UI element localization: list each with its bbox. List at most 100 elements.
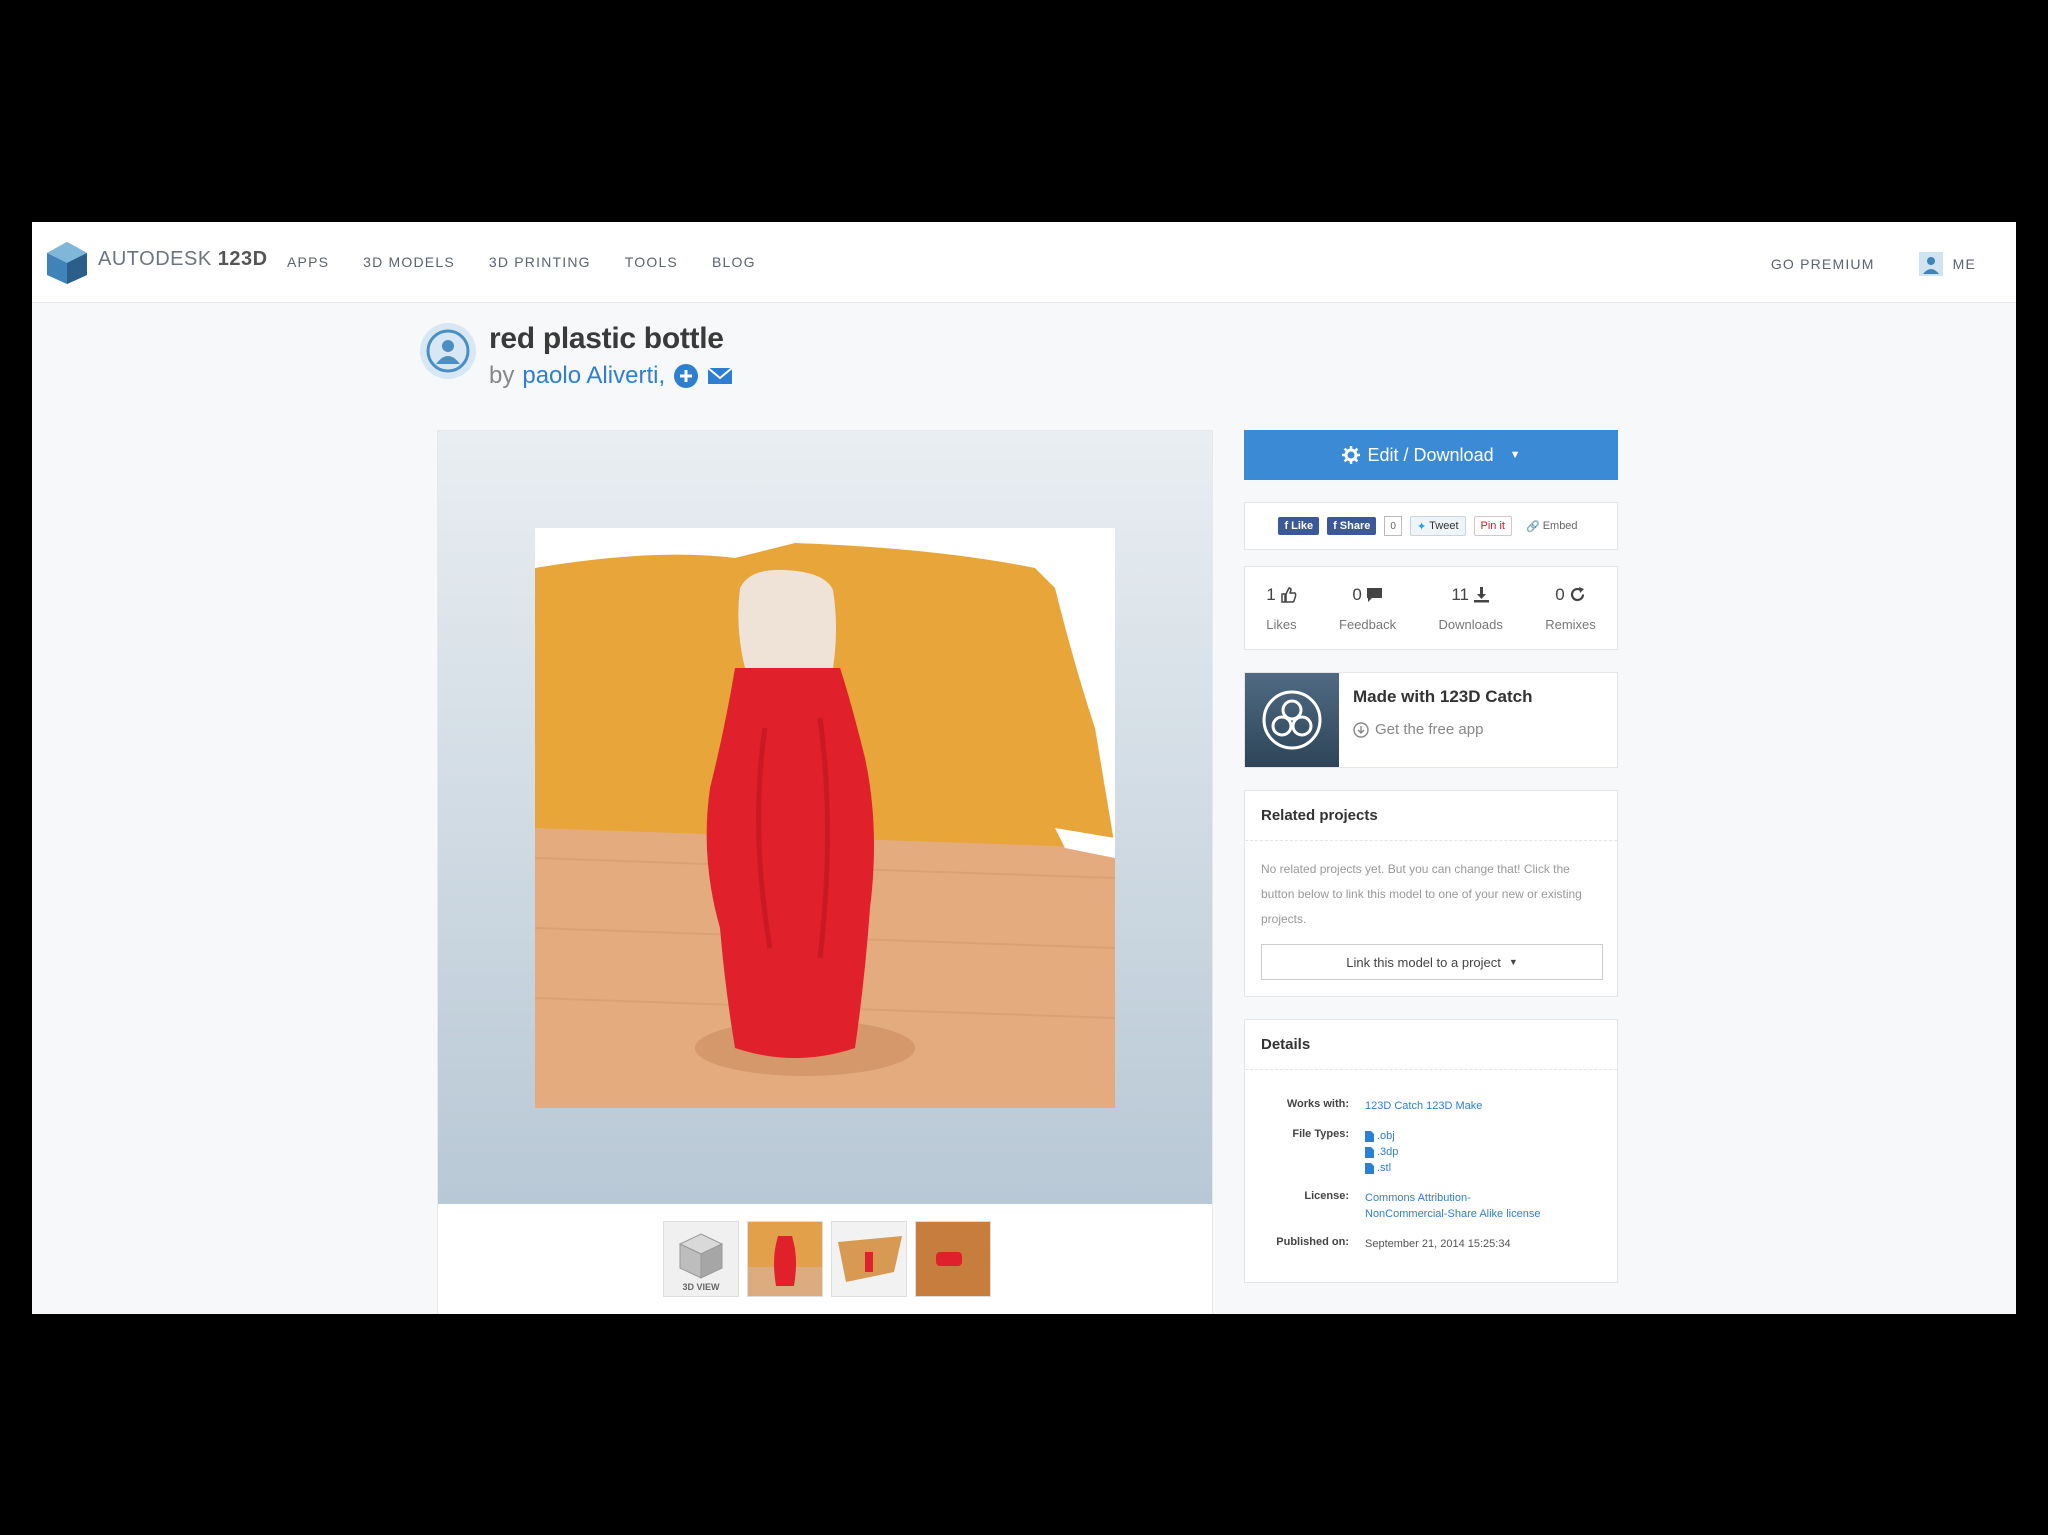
follow-plus-icon[interactable] [673, 363, 699, 389]
facebook-share-button[interactable]: f Share [1327, 517, 1377, 535]
likes-value: 1 [1266, 584, 1276, 604]
file-type-stl[interactable]: .stl [1365, 1160, 1398, 1176]
embed-label: Embed [1542, 520, 1578, 532]
like-label: Like [1291, 520, 1314, 532]
nav-right: GO PREMIUM ME [1771, 252, 1976, 276]
works-with-key: Works with: [1286, 1098, 1349, 1110]
pinterest-button[interactable]: Pin it [1473, 516, 1512, 536]
edit-download-label: Edit / Download [1367, 444, 1494, 465]
file-types-key: File Types: [1292, 1128, 1349, 1140]
details-heading: Details [1245, 1020, 1617, 1070]
chevron-down-icon: ▼ [1508, 957, 1518, 967]
published-key: Published on: [1276, 1236, 1349, 1248]
thumb-3d-view[interactable]: 3D VIEW [663, 1221, 739, 1297]
brand-text: AUTODESK [98, 248, 212, 270]
brand-name[interactable]: AUTODESK 123D [98, 248, 268, 271]
facebook-icon: f [1333, 520, 1337, 532]
model-viewer: 3D VIEW [437, 430, 1213, 1314]
details-panel: Details Works with: 123D Catch 123D Make… [1244, 1019, 1618, 1283]
facebook-like-button[interactable]: f Like [1278, 517, 1320, 535]
sidebar: Edit / Download ▼ f Like f Share 0 ✦ Twe… [1244, 430, 1618, 1283]
file-type-3dp[interactable]: .3dp [1365, 1144, 1398, 1160]
feedback-label: Feedback [1339, 616, 1397, 632]
facebook-icon: f [1284, 520, 1289, 532]
main-menu: APPS 3D MODELS 3D PRINTING TOOLS BLOG [287, 254, 756, 270]
stat-likes[interactable]: 1 Likes [1266, 585, 1296, 632]
link-to-project-button[interactable]: Link this model to a project ▼ [1261, 944, 1603, 980]
catch-app-icon [1262, 690, 1322, 750]
file-icon [1365, 1162, 1374, 1174]
thumb-image-3 [916, 1222, 990, 1296]
go-premium-link[interactable]: GO PREMIUM [1771, 256, 1875, 272]
me-menu[interactable]: ME [1918, 252, 1976, 276]
license-line-2: NonCommercial-Share Alike license [1365, 1208, 1541, 1220]
byline: by paolo Aliverti, [489, 362, 733, 390]
file-type-obj-label: .obj [1377, 1130, 1395, 1142]
made-with-catch-panel: Made with 123D Catch Get the free app [1244, 672, 1618, 768]
stat-downloads[interactable]: 11 Downloads [1439, 585, 1503, 632]
model-header: red plastic bottle by paolo Aliverti, [419, 320, 1119, 400]
thumb-3d-label: 3D VIEW [682, 1282, 720, 1292]
nav-blog[interactable]: BLOG [712, 254, 756, 270]
file-icon [1365, 1146, 1374, 1158]
get-free-app-link[interactable]: Get the free app [1353, 721, 1533, 738]
thumbnail-strip: 3D VIEW [663, 1221, 991, 1297]
thumb-image-1 [748, 1222, 822, 1296]
model-photo[interactable] [535, 528, 1115, 1108]
autodesk-logo-icon[interactable] [44, 240, 90, 286]
bottle-photo-image [535, 543, 1115, 1108]
embed-button[interactable]: 🔗 Embed [1519, 517, 1584, 535]
thumbs-up-icon [1280, 587, 1297, 603]
stats-panel: 1 Likes 0 Feedback 11 Downloads 0 Remixe… [1244, 566, 1618, 650]
thumb-photo-3[interactable] [915, 1221, 991, 1297]
twitter-icon: ✦ [1416, 520, 1427, 533]
nav-tools[interactable]: TOOLS [625, 254, 678, 270]
stat-remixes[interactable]: 0 Remixes [1545, 585, 1596, 632]
edit-download-button[interactable]: Edit / Download ▼ [1244, 430, 1618, 480]
license-link[interactable]: Commons Attribution- NonCommercial-Share… [1365, 1190, 1540, 1222]
feedback-value: 0 [1352, 584, 1362, 604]
file-type-3dp-label: .3dp [1377, 1146, 1399, 1158]
browser-page: AUTODESK 123D APPS 3D MODELS 3D PRINTING… [32, 222, 2016, 1314]
download-icon [1473, 587, 1489, 603]
mail-icon[interactable] [707, 363, 733, 389]
thumb-photo-1[interactable] [747, 1221, 823, 1297]
author-link[interactable]: paolo Aliverti, [522, 362, 665, 390]
gear-icon [1341, 446, 1360, 464]
tweet-button[interactable]: ✦ Tweet [1409, 516, 1466, 536]
download-circle-icon [1353, 721, 1369, 738]
nav-apps[interactable]: APPS [287, 254, 329, 270]
page-title: red plastic bottle [489, 322, 724, 355]
stat-feedback[interactable]: 0 Feedback [1339, 585, 1396, 632]
downloads-label: Downloads [1438, 616, 1503, 632]
viewer-stage[interactable] [438, 431, 1212, 1204]
published-row: Published on: September 21, 2014 15:25:3… [1261, 1236, 1601, 1252]
comment-icon [1366, 588, 1382, 602]
catch-logo[interactable] [1245, 673, 1339, 767]
license-line-1: Commons Attribution- [1365, 1192, 1471, 1204]
user-avatar-icon [1918, 252, 1943, 276]
file-type-obj[interactable]: .obj [1365, 1128, 1398, 1144]
file-type-stl-label: .stl [1377, 1162, 1392, 1174]
author-avatar-icon[interactable] [419, 322, 477, 380]
thumb-photo-2[interactable] [831, 1221, 907, 1297]
license-row: License: Commons Attribution- NonCommerc… [1261, 1190, 1601, 1222]
by-label: by [489, 362, 515, 389]
published-value: September 21, 2014 15:25:34 [1365, 1238, 1511, 1250]
share-label: Share [1339, 520, 1371, 532]
nav-3d-printing[interactable]: 3D PRINTING [489, 254, 591, 270]
top-navigation: AUTODESK 123D APPS 3D MODELS 3D PRINTING… [32, 222, 2016, 303]
thumb-image-2 [832, 1222, 906, 1296]
nav-3d-models[interactable]: 3D MODELS [363, 254, 455, 270]
remixes-value: 0 [1555, 584, 1565, 604]
me-label: ME [1952, 256, 1976, 272]
related-projects-text: No related projects yet. But you can cha… [1261, 862, 1582, 926]
license-key: License: [1304, 1190, 1349, 1202]
tweet-label: Tweet [1429, 520, 1459, 532]
share-bar: f Like f Share 0 ✦ Tweet Pin it 🔗 Embed [1244, 502, 1618, 550]
catch-title: Made with 123D Catch [1353, 687, 1533, 706]
remix-icon [1570, 587, 1584, 602]
brand-number: 123D [217, 248, 268, 270]
works-with-value[interactable]: 123D Catch 123D Make [1365, 1098, 1482, 1114]
remixes-label: Remixes [1545, 616, 1596, 632]
